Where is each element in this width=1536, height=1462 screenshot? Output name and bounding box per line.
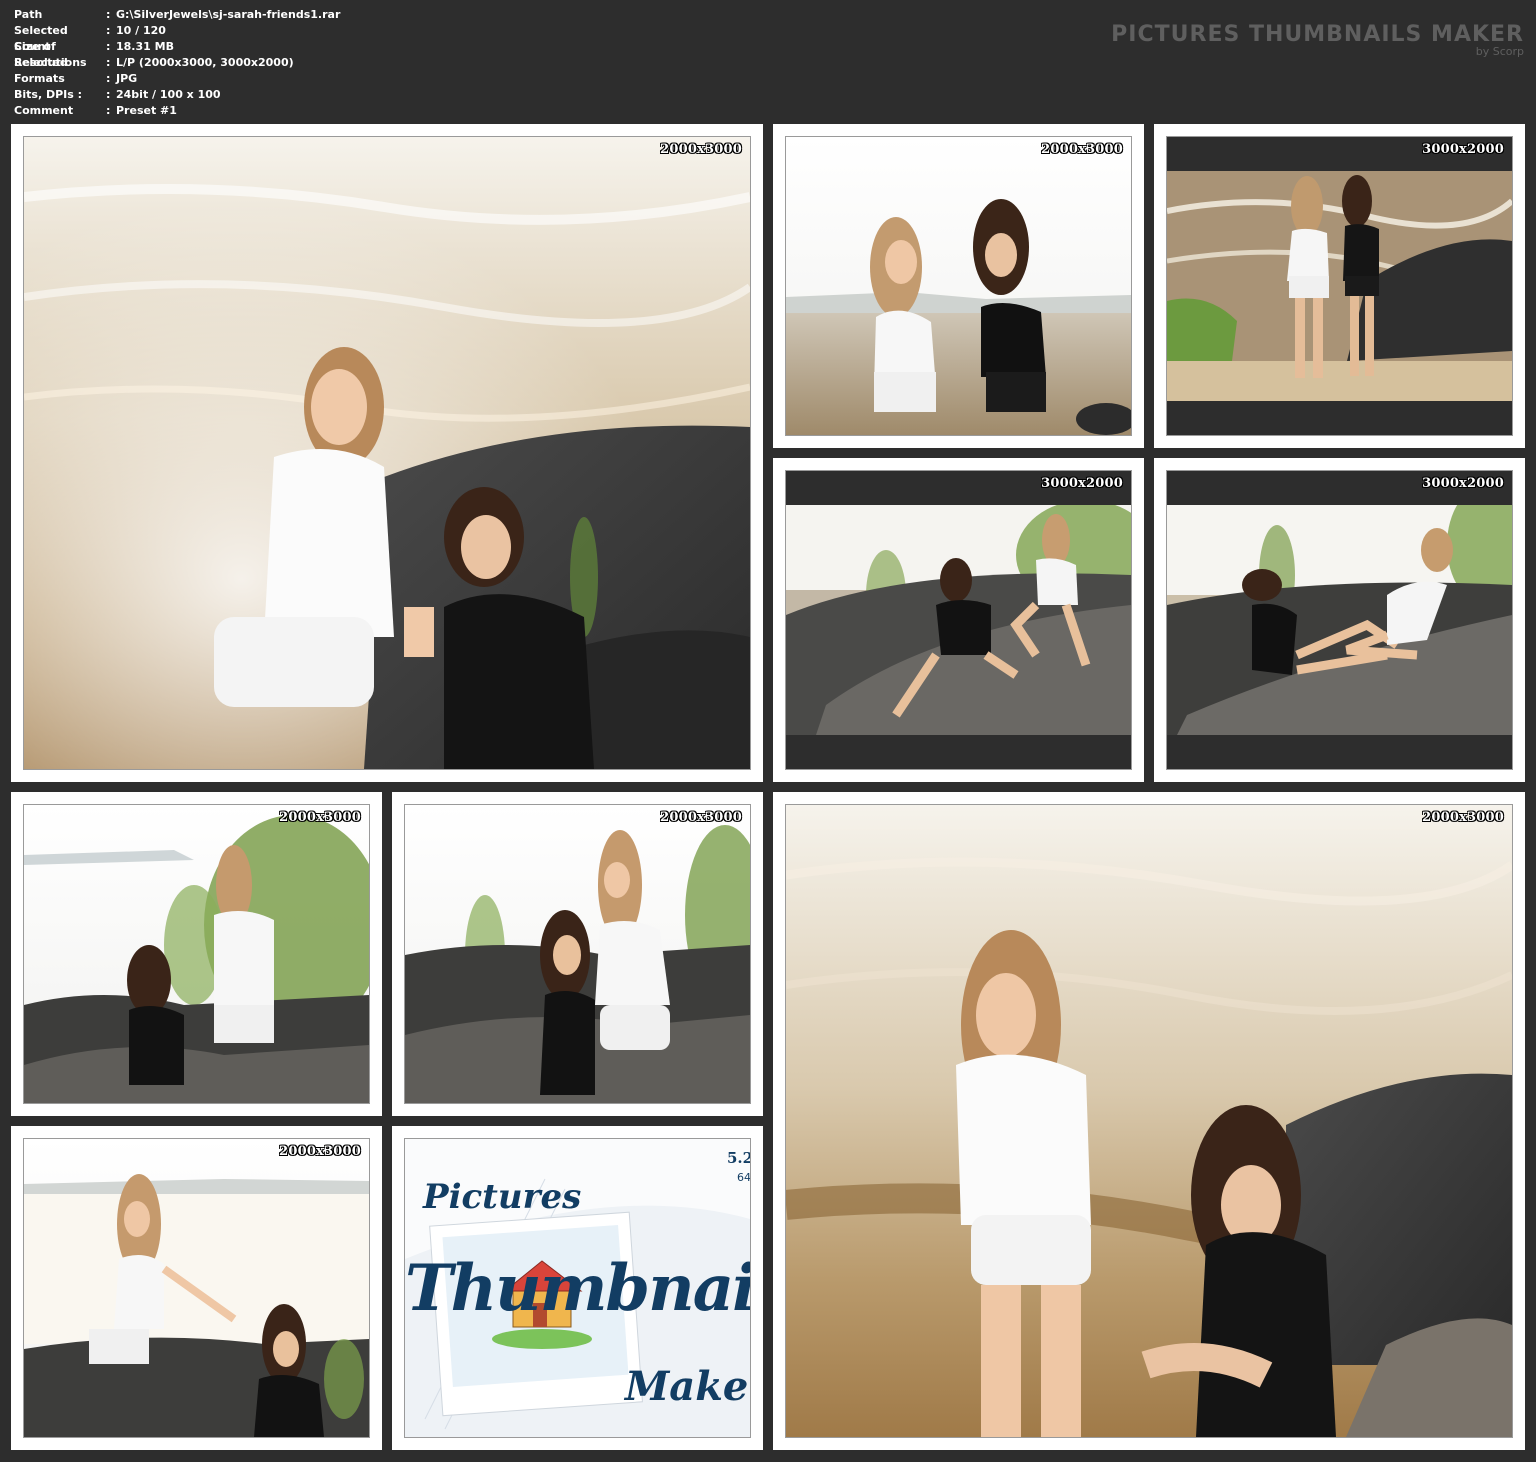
resolution-label: 2000x3000	[279, 1144, 361, 1159]
logo-word-maker: Maker	[625, 1363, 750, 1410]
thumbnail-image[interactable]: 2000x3000	[785, 804, 1513, 1438]
logo-word-thumbnails: Thumbnails	[405, 1251, 750, 1326]
photo-girls-rock	[786, 505, 1131, 735]
thumbnail-image[interactable]: 2000x3000	[785, 136, 1132, 436]
thumbnail-card[interactable]: 3000x2000	[1154, 124, 1525, 448]
photo-girls-beach	[786, 805, 1512, 1437]
brand-logo: PICTURES THUMBNAILS MAKER by Scorp	[1111, 22, 1524, 58]
info-separator: :	[106, 40, 111, 53]
info-separator: :	[106, 8, 111, 21]
info-row-selected-count: Selected Count : 10 / 120	[14, 23, 340, 53]
thumbnail-card[interactable]: 2000x3000	[392, 792, 763, 1116]
info-value: 18.31 MB	[116, 40, 174, 53]
photo-girls-trees	[24, 805, 369, 1103]
letterbox-bar	[1167, 401, 1512, 435]
info-key: Comment	[14, 104, 74, 117]
info-value: 24bit / 100 x 100	[116, 88, 221, 101]
thumbnail-card[interactable]: 2000x3000	[773, 792, 1525, 1450]
resolution-label: 3000x2000	[1422, 142, 1504, 157]
thumbnail-image[interactable]: 2000x3000	[23, 136, 751, 770]
photo-girls-seated	[405, 805, 750, 1103]
thumbnail-image[interactable]: 2000x3000	[23, 1138, 370, 1438]
info-key: Resolutions	[14, 56, 87, 69]
resolution-label: 2000x3000	[660, 142, 742, 157]
info-row-size: Size of Selected : 18.31 MB	[14, 39, 340, 69]
info-row-comment: Comment : Preset #1	[14, 103, 340, 119]
thumbnail-card[interactable]: Pictures Thumbnails Maker 5.2 64	[392, 1126, 763, 1450]
info-separator: :	[106, 88, 111, 101]
photo-girls-water	[24, 137, 750, 769]
thumbnail-image[interactable]: 3000x2000	[1166, 470, 1513, 770]
info-key: Size of Selected	[14, 40, 68, 69]
bits-label: 64	[737, 1171, 751, 1184]
info-row-resolutions: Resolutions : L/P (2000x3000, 3000x2000)	[14, 55, 340, 71]
info-panel: Path : G:\SilverJewels\sj-sarah-friends1…	[14, 7, 340, 119]
thumbnail-image[interactable]: 2000x3000	[404, 804, 751, 1104]
info-separator: :	[106, 72, 111, 85]
thumbnail-image[interactable]: 3000x2000	[785, 470, 1132, 770]
thumbnail-card[interactable]: 3000x2000	[1154, 458, 1525, 782]
letterbox-bar	[786, 735, 1131, 769]
info-separator: :	[106, 56, 111, 69]
info-separator: :	[106, 24, 111, 37]
thumbnail-card[interactable]: 2000x3000	[11, 124, 763, 782]
resolution-label: 2000x3000	[279, 810, 361, 825]
resolution-label: 2000x3000	[1422, 810, 1504, 825]
version-label: 5.2	[727, 1149, 751, 1167]
logo-word-pictures: Pictures	[423, 1177, 582, 1217]
brand-title: PICTURES THUMBNAILS MAKER	[1111, 22, 1524, 47]
thumbnail-image[interactable]: 3000x2000	[1166, 136, 1513, 436]
thumbnail-card[interactable]: 2000x3000	[773, 124, 1144, 448]
thumbnail-card[interactable]: 3000x2000	[773, 458, 1144, 782]
photo-girls-lake	[786, 137, 1131, 435]
letterbox-bar	[1167, 735, 1512, 769]
info-value: L/P (2000x3000, 3000x2000)	[116, 56, 294, 69]
info-row-formats: Formats : JPG	[14, 71, 340, 87]
thumbnail-image[interactable]: 2000x3000	[23, 804, 370, 1104]
info-value: 10 / 120	[116, 24, 166, 37]
thumbnail-card[interactable]: 2000x3000	[11, 792, 382, 1116]
info-value: G:\SilverJewels\sj-sarah-friends1.rar	[116, 8, 341, 21]
info-value: JPG	[116, 72, 138, 85]
resolution-label: 3000x2000	[1422, 476, 1504, 491]
info-key: Selected Count	[14, 24, 68, 53]
info-separator: :	[106, 104, 111, 117]
info-row-path: Path : G:\SilverJewels\sj-sarah-friends1…	[14, 7, 340, 23]
program-logo-image: Pictures Thumbnails Maker 5.2 64	[404, 1138, 751, 1438]
info-key: Bits, DPIs :	[14, 88, 83, 101]
resolution-label: 2000x3000	[660, 810, 742, 825]
photo-girls-reclining	[1167, 505, 1512, 735]
photo-girls-posing	[24, 1139, 369, 1437]
thumbnail-card[interactable]: 2000x3000	[11, 1126, 382, 1450]
info-key: Formats	[14, 72, 65, 85]
info-header: Path : G:\SilverJewels\sj-sarah-friends1…	[0, 0, 1536, 124]
resolution-label: 3000x2000	[1041, 476, 1123, 491]
info-value: Preset #1	[116, 104, 177, 117]
photo-girls-shore	[1167, 171, 1512, 401]
resolution-label: 2000x3000	[1041, 142, 1123, 157]
info-row-bits: Bits, DPIs : : 24bit / 100 x 100	[14, 87, 340, 103]
info-key: Path	[14, 8, 43, 21]
